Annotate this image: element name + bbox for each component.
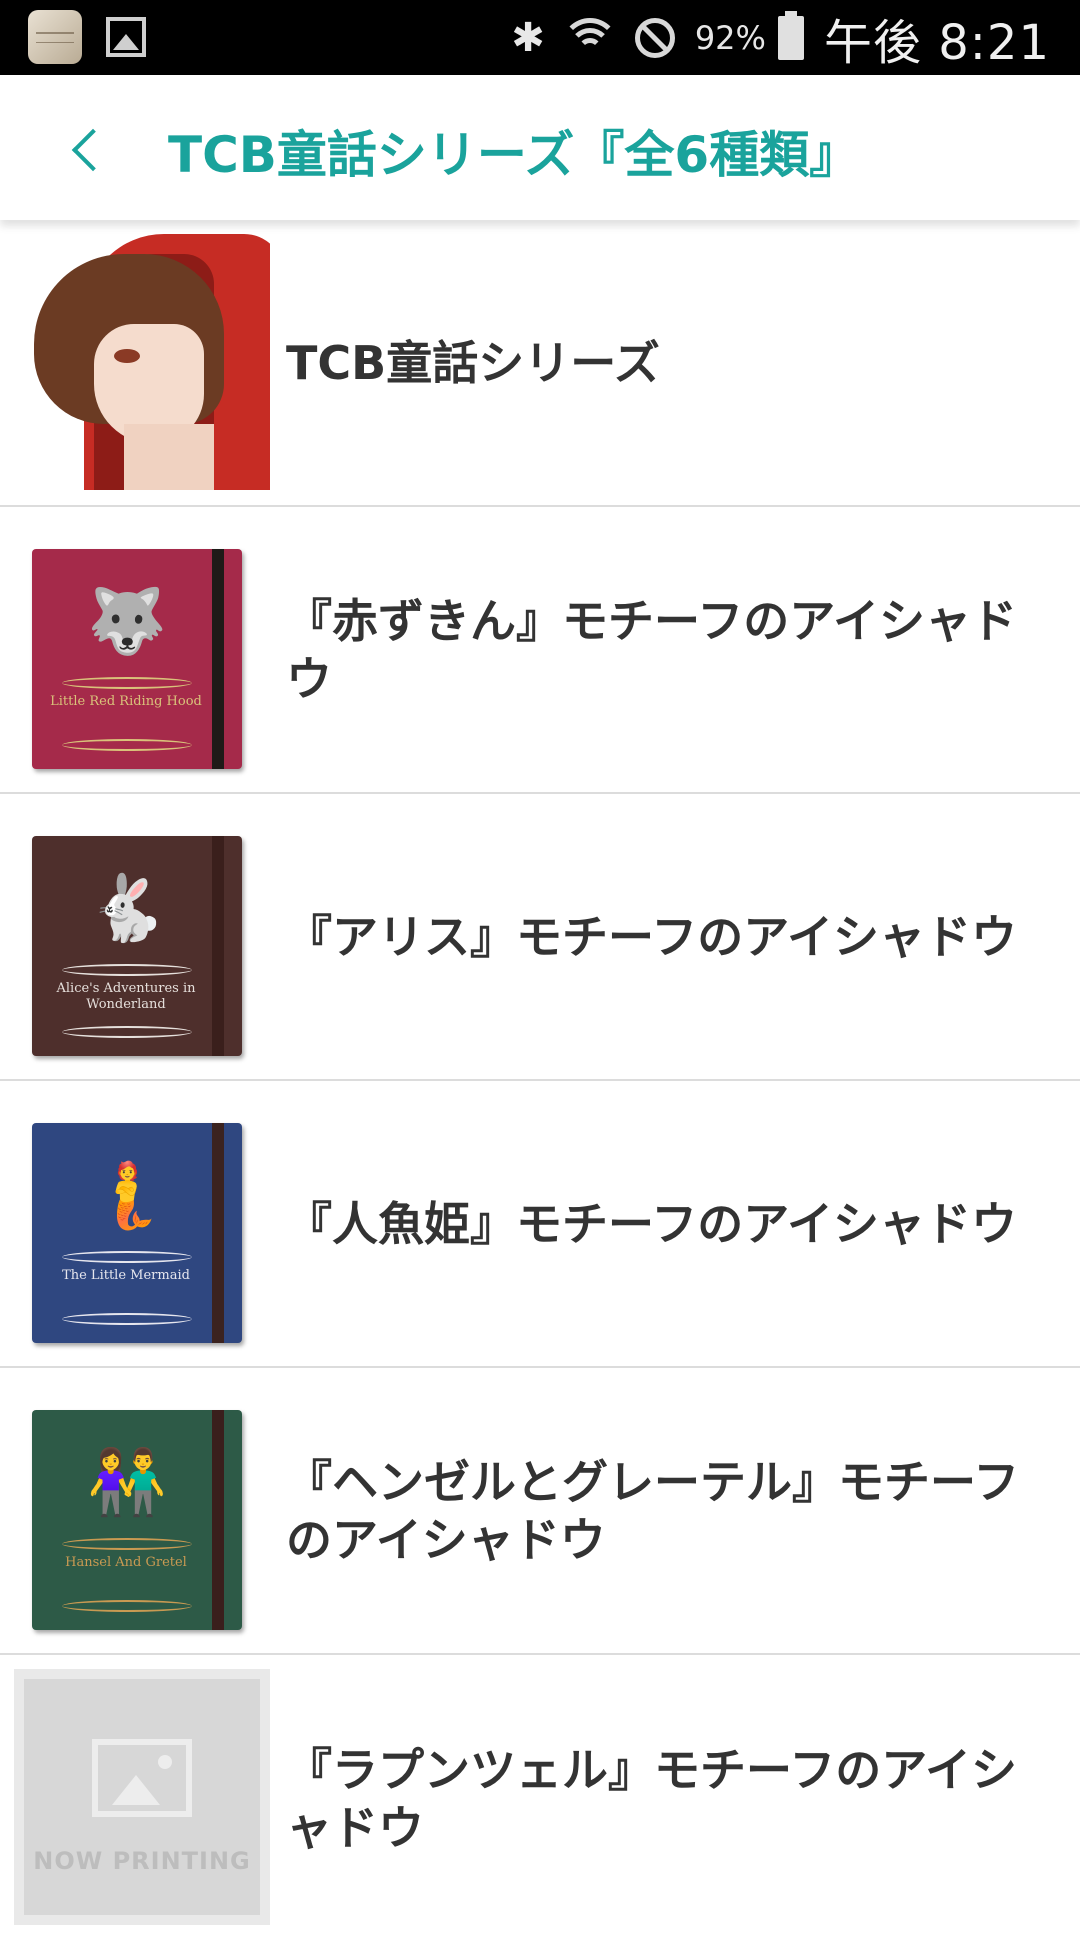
list-item-label: 『人魚姫』モチーフのアイシャドウ: [286, 1196, 1017, 1251]
list-item-label: 『アリス』モチーフのアイシャドウ: [286, 909, 1017, 964]
list-item-label: 『ラプンツェル』モチーフのアイシャドウ: [286, 1742, 1017, 1855]
book-title-text: Hansel And Gretel: [65, 1555, 187, 1570]
list-item[interactable]: 🐺 Little Red Riding Hood 『赤ずきん』モチーフのアイシャ…: [0, 507, 1080, 794]
list-item[interactable]: NOW PRINTING 『ラプンツェル』モチーフのアイシャドウ: [0, 1655, 1080, 1942]
chevron-left-icon: [71, 128, 115, 172]
back-button[interactable]: [50, 111, 120, 181]
thumbnail-illustration: [14, 234, 270, 490]
status-right: ✱ 92% 午後 8:21: [511, 0, 1050, 75]
thumbnail-book-green: 👫 Hansel And Gretel: [14, 1382, 270, 1638]
mermaid-icon: 🧜: [87, 1159, 167, 1233]
wolf-and-girl-icon: 🐺: [87, 585, 167, 659]
list-item-label: 『赤ずきん』モチーフのアイシャドウ: [286, 593, 1017, 706]
book-title-text: Little Red Riding Hood: [50, 694, 202, 709]
thumbnail-book-red: 🐺 Little Red Riding Hood: [14, 521, 270, 777]
do-not-disturb-icon: [634, 17, 675, 58]
gallery-icon: [106, 17, 146, 57]
list-item[interactable]: 🧜 The Little Mermaid 『人魚姫』モチーフのアイシャドウ: [0, 1081, 1080, 1368]
product-list: TCB童話シリーズ 🐺 Little Red Riding Hood 『赤ずきん…: [0, 220, 1080, 1942]
list-item[interactable]: 🐇 Alice's Adventures in Wonderland 『アリス』…: [0, 794, 1080, 1081]
now-printing-label: NOW PRINTING: [33, 1847, 251, 1875]
battery-icon: [777, 10, 804, 60]
image-placeholder-icon: [92, 1739, 192, 1817]
wifi-icon: [564, 16, 615, 60]
bluetooth-icon: ✱: [511, 14, 545, 61]
book-title-text: The Little Mermaid: [62, 1268, 190, 1283]
app-notification-icon: [28, 10, 82, 64]
list-item-label: 『ヘンゼルとグレーテル』モチーフのアイシャドウ: [286, 1454, 1020, 1567]
children-icon: 👫: [87, 1446, 167, 1520]
list-item-label: TCB童話シリーズ: [286, 335, 660, 390]
status-clock: 午後 8:21: [823, 14, 1050, 71]
thumbnail-placeholder: NOW PRINTING: [14, 1669, 270, 1925]
list-item[interactable]: 👫 Hansel And Gretel 『ヘンゼルとグレーテル』モチーフのアイシ…: [0, 1368, 1080, 1655]
status-bar: ✱ 92% 午後 8:21: [0, 0, 1080, 75]
page-title: TCB童話シリーズ『全6種類』: [168, 126, 860, 184]
app-bar: TCB童話シリーズ『全6種類』: [0, 75, 1080, 220]
thumbnail-book-brown: 🐇 Alice's Adventures in Wonderland: [14, 808, 270, 1064]
book-title-text: Alice's Adventures in Wonderland: [56, 981, 196, 1012]
battery-percent: 92%: [694, 18, 766, 57]
girl-and-rabbit-icon: 🐇: [87, 872, 167, 946]
thumbnail-book-blue: 🧜 The Little Mermaid: [14, 1095, 270, 1351]
status-left: [28, 10, 146, 64]
list-item[interactable]: TCB童話シリーズ: [0, 220, 1080, 507]
